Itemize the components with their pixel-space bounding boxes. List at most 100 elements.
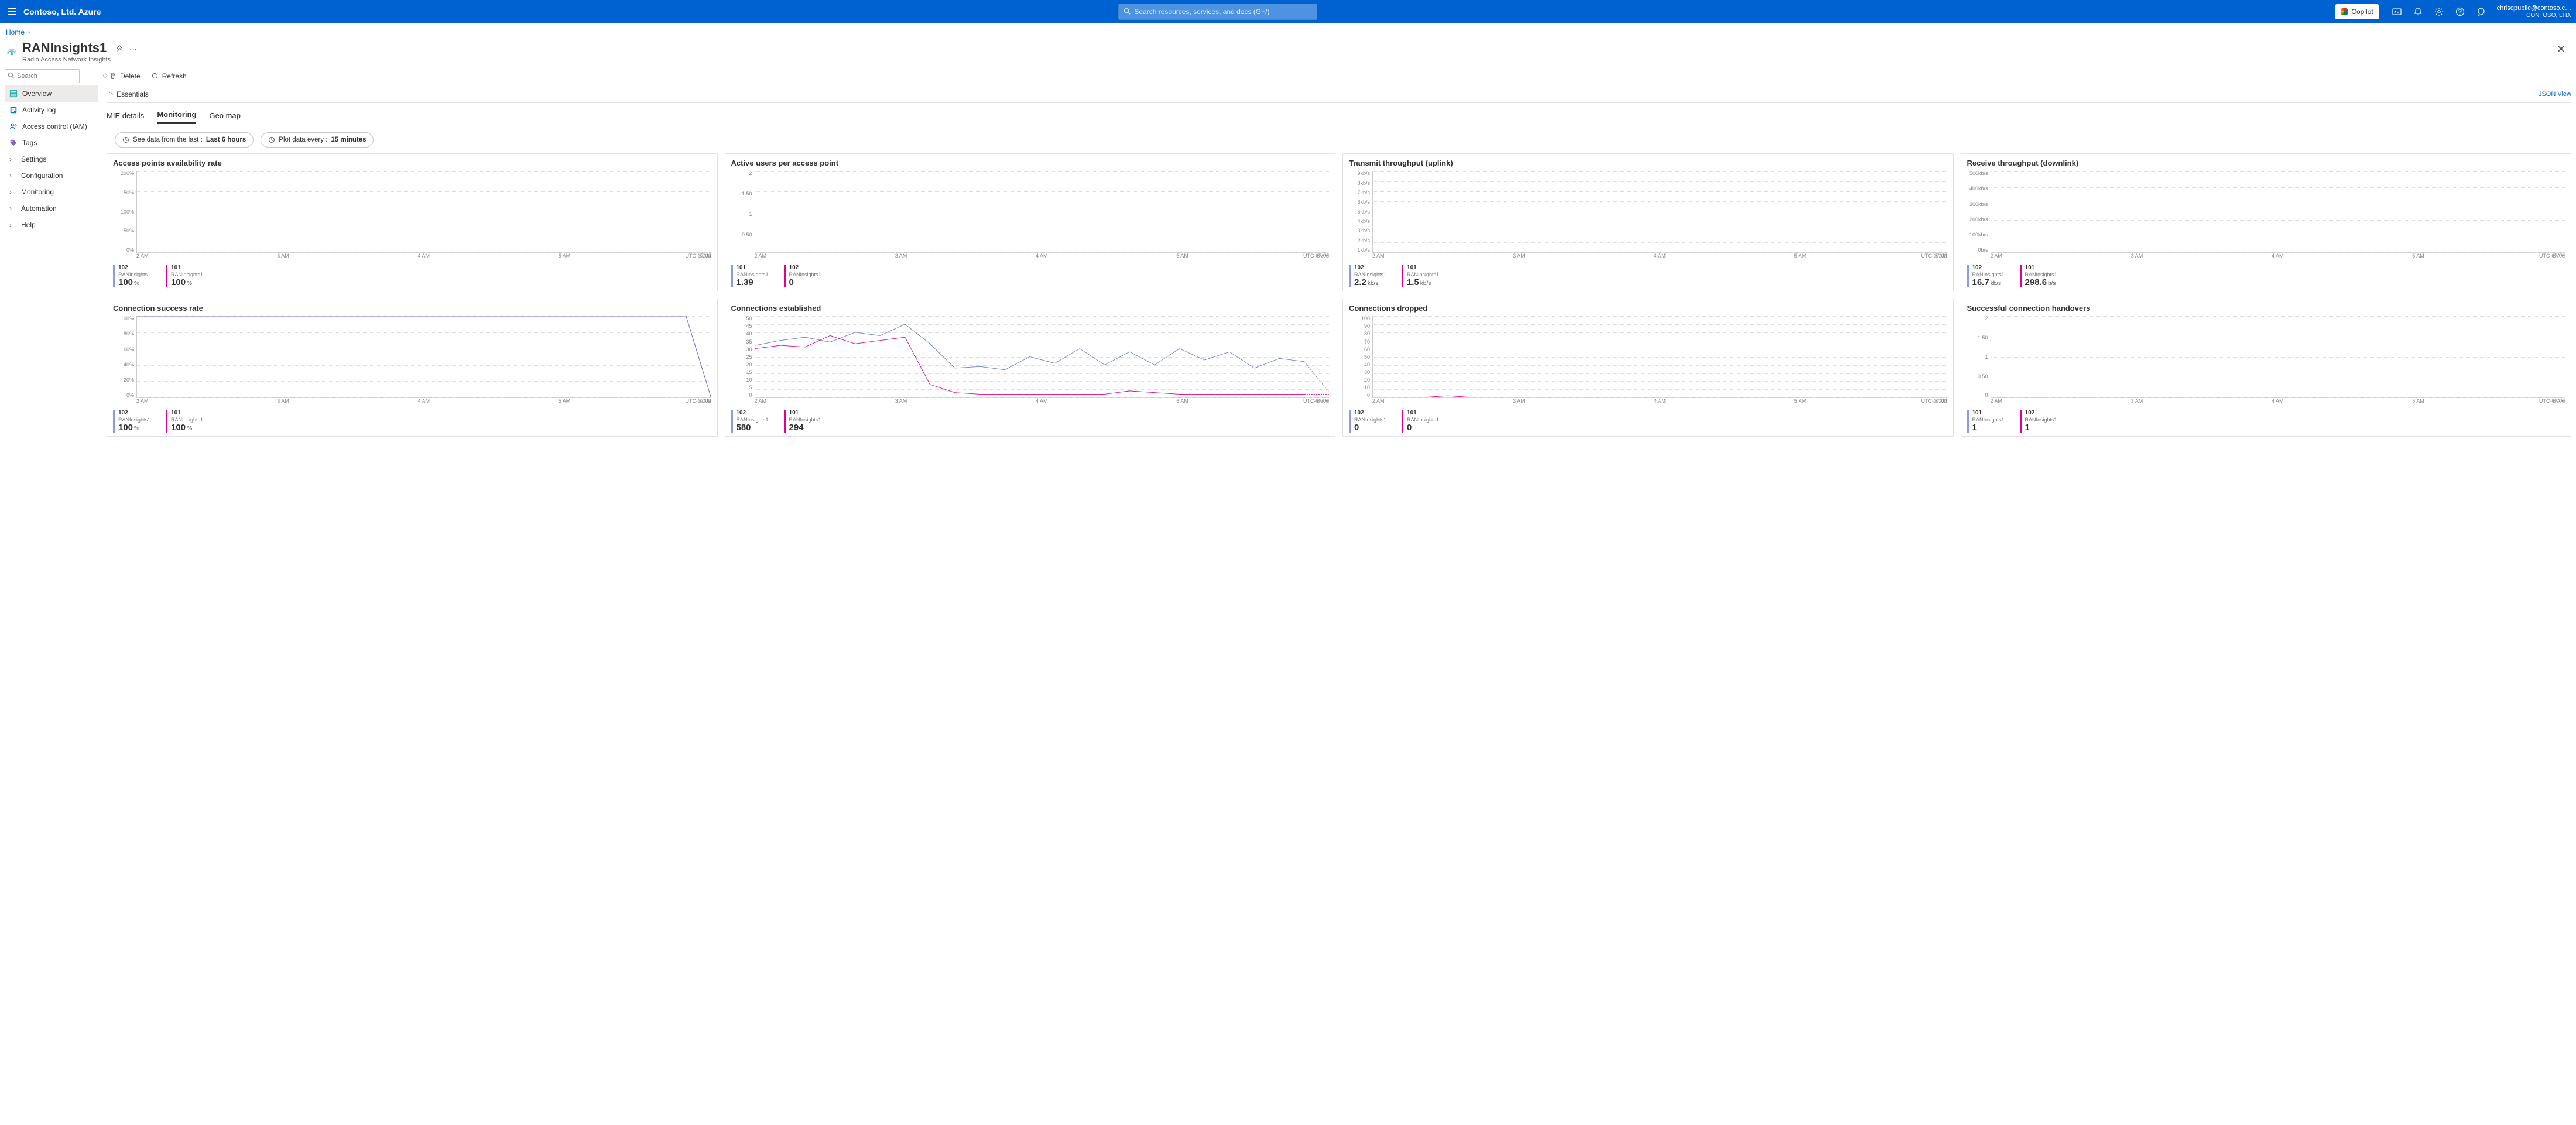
legend-series-id: 102: [1972, 265, 2005, 272]
chart-title: Connections dropped: [1349, 304, 1947, 313]
legend-value: 294: [789, 423, 821, 433]
sidebar-item-overview[interactable]: Overview: [5, 85, 98, 102]
expand-icon[interactable]: ◇: [102, 71, 107, 79]
chart-card-users[interactable]: Active users per access point21.5010.502…: [725, 153, 1336, 291]
legend-item[interactable]: 102RANInsights1100%: [113, 410, 150, 433]
legend-value: 100%: [118, 277, 150, 287]
sidebar-item-tags[interactable]: Tags: [5, 135, 98, 151]
legend-item[interactable]: 102RANInsights11: [2020, 410, 2057, 433]
tab-monitoring[interactable]: Monitoring: [157, 107, 196, 124]
plot-interval-pill[interactable]: Plot data every : 15 minutes: [261, 132, 374, 148]
chart-title: Connections established: [731, 304, 1330, 313]
range-prefix: See data from the last :: [133, 136, 203, 143]
legend-value: 0: [1354, 423, 1386, 433]
x-axis: 2 AM3 AM4 AM5 AM6 AMUTC-07:00: [1967, 253, 2565, 261]
chart-title: Receive throughput (downlink): [1967, 159, 2565, 167]
sidebar-item-help[interactable]: ›Help: [5, 217, 98, 233]
legend-value: 298.6b/s: [2025, 277, 2057, 287]
refresh-button[interactable]: Refresh: [151, 72, 187, 80]
legend-item[interactable]: 101RANInsights11: [1967, 410, 2005, 433]
legend-item[interactable]: 102RANInsights1580: [731, 410, 769, 433]
global-search-input[interactable]: Search resources, services, and docs (G+…: [1118, 4, 1317, 20]
time-range-pill[interactable]: See data from the last : Last 6 hours: [115, 132, 254, 148]
chart-card-succ[interactable]: Connection success rate100%80%60%40%20%0…: [107, 299, 718, 437]
collapse-icon[interactable]: «: [112, 71, 116, 79]
breadcrumb-home[interactable]: Home: [6, 28, 25, 36]
close-icon[interactable]: ✕: [2552, 41, 2570, 58]
pin-icon[interactable]: [115, 44, 124, 54]
chart-card-rxdn[interactable]: Receive throughput (downlink)500kb/s400k…: [1961, 153, 2572, 291]
sidebar-item-label: Monitoring: [21, 188, 54, 196]
cloud-shell-icon[interactable]: [2387, 0, 2407, 23]
legend-item[interactable]: 102RANInsights116.7kb/s: [1967, 265, 2005, 287]
legend-item[interactable]: 102RANInsights1100%: [113, 265, 150, 287]
legend-item[interactable]: 101RANInsights1100%: [166, 410, 203, 433]
chevron-right-icon: ›: [9, 204, 16, 212]
chart-grid: Access points availability rate200%150%1…: [107, 153, 2571, 437]
y-axis: 100%80%60%40%20%0%: [113, 316, 136, 398]
sidebar-item-activity-log[interactable]: Activity log: [5, 102, 98, 118]
x-axis: 2 AM3 AM4 AM5 AM6 AMUTC-07:00: [1967, 398, 2565, 406]
legend-value: 0: [789, 277, 821, 287]
legend-source: RANInsights1: [737, 272, 769, 277]
hamburger-icon[interactable]: [5, 5, 20, 19]
sidebar-item-settings[interactable]: ›Settings: [5, 151, 98, 167]
legend-source: RANInsights1: [118, 417, 150, 423]
chevron-right-icon: ›: [28, 28, 30, 36]
chart-card-avail[interactable]: Access points availability rate200%150%1…: [107, 153, 718, 291]
tab-mie-details[interactable]: MIE details: [107, 108, 144, 124]
legend-series-id: 101: [789, 410, 821, 417]
legend-value: 1.5kb/s: [1407, 277, 1439, 287]
feedback-icon[interactable]: [2471, 0, 2491, 23]
y-axis: 9kb/s8kb/s7kb/s6kb/s5kb/s4kb/s3kb/s2kb/s…: [1349, 171, 1372, 253]
legend-item[interactable]: 102RANInsights10: [784, 265, 821, 287]
legend-source: RANInsights1: [789, 417, 821, 423]
legend-item[interactable]: 101RANInsights11.5kb/s: [1402, 265, 1439, 287]
more-icon[interactable]: ⋯: [129, 45, 138, 54]
notifications-icon[interactable]: [2408, 0, 2428, 23]
legend: 102RANInsights12.2kb/s 101RANInsights11.5…: [1349, 265, 1947, 287]
breadcrumb: Home ›: [0, 23, 2576, 41]
sidebar-item-monitoring[interactable]: ›Monitoring: [5, 184, 98, 200]
legend-value: 100%: [171, 277, 203, 287]
tab-geo-map[interactable]: Geo map: [209, 108, 240, 124]
sidebar-search: ◇ «: [5, 69, 98, 83]
sidebar-search-input[interactable]: [5, 69, 80, 83]
sidebar-item-configuration[interactable]: ›Configuration: [5, 167, 98, 184]
legend: 102RANInsights1100% 101RANInsights1100%: [113, 265, 711, 287]
legend-value: 100%: [118, 423, 150, 433]
settings-icon[interactable]: [2429, 0, 2449, 23]
portal-brand[interactable]: Contoso, Ltd. Azure: [23, 7, 101, 16]
chart-card-est[interactable]: Connections established50454035302520151…: [725, 299, 1336, 437]
sidebar-item-automation[interactable]: ›Automation: [5, 200, 98, 217]
legend-item[interactable]: 101RANInsights1298.6b/s: [2020, 265, 2057, 287]
json-view-link[interactable]: JSON View: [2539, 91, 2571, 98]
legend-item[interactable]: 102RANInsights12.2kb/s: [1349, 265, 1386, 287]
resource-header: RANInsights1 Radio Access Network Insigh…: [0, 41, 2576, 67]
sidebar-item-access-control-iam-[interactable]: Access control (IAM): [5, 118, 98, 135]
legend-value: 0: [1407, 423, 1439, 433]
chart-card-txup[interactable]: Transmit throughput (uplink)9kb/s8kb/s7k…: [1342, 153, 1954, 291]
resource-title: RANInsights1: [22, 41, 111, 55]
x-axis: 2 AM3 AM4 AM5 AM6 AMUTC-07:00: [1349, 253, 1947, 261]
help-icon[interactable]: [2450, 0, 2470, 23]
chart-title: Successful connection handovers: [1967, 304, 2565, 313]
legend: 102RANInsights10 101RANInsights10: [1349, 410, 1947, 433]
legend-source: RANInsights1: [2025, 272, 2057, 277]
legend: 101RANInsights11.39 102RANInsights10: [731, 265, 1330, 287]
legend-series-id: 102: [737, 410, 769, 417]
sidebar-item-label: Activity log: [22, 106, 56, 114]
legend-item[interactable]: 101RANInsights1100%: [166, 265, 203, 287]
chart-card-drop[interactable]: Connections dropped100908070605040302010…: [1342, 299, 1954, 437]
legend-item[interactable]: 101RANInsights11.39: [731, 265, 769, 287]
chart-card-hand[interactable]: Successful connection handovers21.5010.5…: [1961, 299, 2572, 437]
legend-item[interactable]: 101RANInsights1294: [784, 410, 821, 433]
copilot-button[interactable]: Copilot: [2335, 4, 2379, 19]
chevron-right-icon: ›: [9, 221, 16, 229]
account-menu[interactable]: chrisqpublic@contoso.c… CONTOSO, LTD.: [2492, 5, 2571, 19]
sidebar-item-label: Settings: [21, 155, 46, 163]
legend-series-id: 102: [1354, 410, 1386, 417]
essentials-toggle[interactable]: ⌵ Essentials JSON View: [107, 85, 2571, 103]
legend-item[interactable]: 102RANInsights10: [1349, 410, 1386, 433]
legend-item[interactable]: 101RANInsights10: [1402, 410, 1439, 433]
